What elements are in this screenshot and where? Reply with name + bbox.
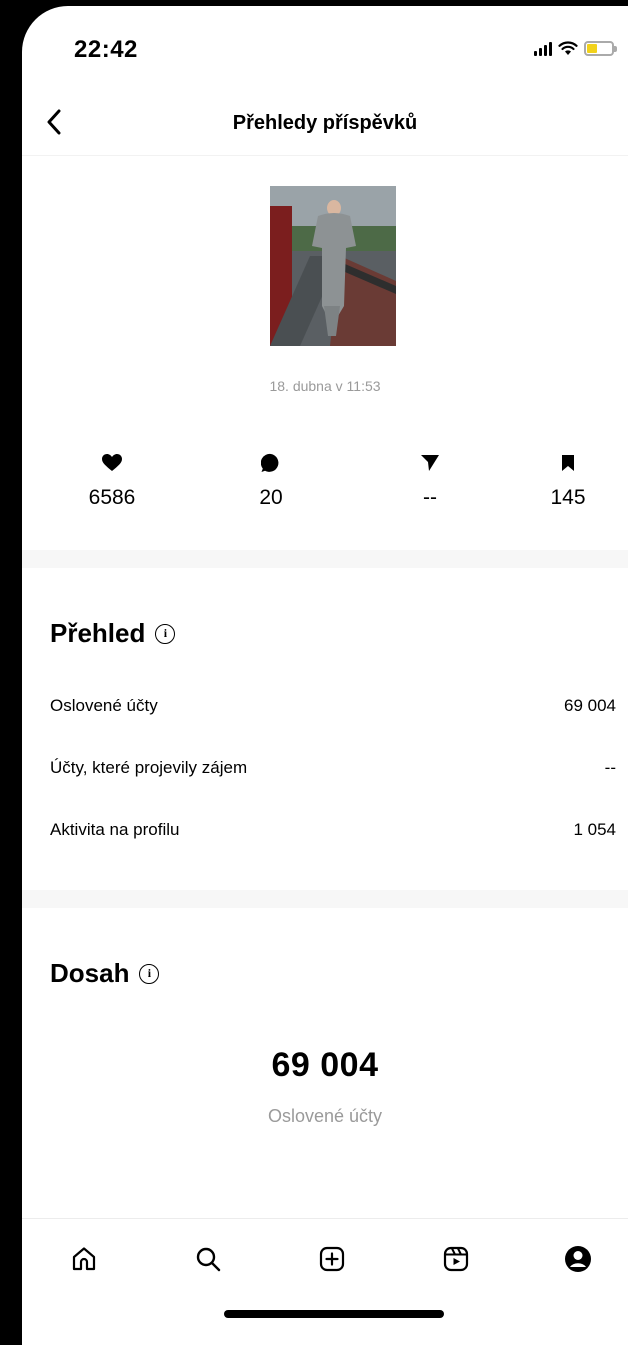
- page-title: Přehledy příspěvků: [232, 112, 418, 134]
- comments-count: 20: [259, 486, 283, 509]
- tab-profile[interactable]: [558, 1239, 598, 1279]
- info-icon[interactable]: i: [139, 963, 160, 984]
- status-bar: 22:42: [22, 6, 628, 90]
- metric-value: --: [604, 758, 616, 777]
- battery-icon: [584, 40, 617, 56]
- post-date: 18. dubna v 11:53: [269, 378, 381, 394]
- search-icon: [196, 1247, 221, 1272]
- home-icon: [72, 1247, 96, 1271]
- device-bezel-left: [0, 0, 22, 1345]
- metric-value: 69 004: [564, 696, 616, 715]
- profile-icon: [565, 1246, 591, 1272]
- likes-count: 6586: [88, 486, 136, 509]
- signal-icon: [534, 40, 552, 56]
- tab-bar: [22, 1218, 628, 1298]
- comment-icon: [261, 453, 279, 472]
- reach-title-text: Dosah: [50, 958, 130, 988]
- info-icon[interactable]: i: [155, 623, 176, 644]
- send-icon: [421, 455, 439, 471]
- wifi-icon: [558, 41, 578, 55]
- metric-row-profile-activity: Aktivita na profilu 1 054: [50, 820, 616, 840]
- metric-label: Účty, které projevily zájem: [50, 758, 248, 777]
- metric-row-accounts-reached: Oslovené účty 69 004: [50, 696, 616, 716]
- overview-title-text: Přehled: [50, 618, 146, 648]
- section-divider: [22, 890, 628, 908]
- shares-count: --: [423, 486, 437, 509]
- screen: 22:42 Přehledy příspěvků 18. dubna v 11:…: [22, 6, 628, 1345]
- home-indicator: [224, 1310, 444, 1318]
- heart-icon: [102, 454, 122, 471]
- saves-count: 145: [550, 486, 586, 509]
- reels-icon: [443, 1246, 469, 1272]
- stat-saves: 145: [508, 452, 628, 510]
- reach-value: 69 004: [271, 1046, 379, 1084]
- section-divider: [22, 550, 628, 568]
- overview-title: Přehled i: [50, 618, 176, 649]
- metric-label: Aktivita na profilu: [50, 820, 180, 839]
- add-post-icon: [319, 1246, 345, 1272]
- metric-row-accounts-engaged: Účty, které projevily zájem --: [50, 758, 616, 778]
- status-time: 22:42: [74, 36, 138, 63]
- stats-row: 6586 20 -- 145: [22, 452, 628, 522]
- stat-shares: --: [370, 452, 490, 510]
- metric-label: Oslovené účty: [50, 696, 158, 715]
- tab-home[interactable]: [64, 1239, 104, 1279]
- tab-create[interactable]: [312, 1239, 352, 1279]
- reach-title: Dosah i: [50, 958, 160, 989]
- tab-search[interactable]: [188, 1239, 228, 1279]
- post-thumbnail[interactable]: [270, 186, 396, 346]
- metric-value: 1 054: [573, 820, 616, 839]
- stat-comments: 20: [211, 452, 331, 510]
- tab-reels[interactable]: [436, 1239, 476, 1279]
- header: Přehledy příspěvků: [22, 90, 628, 156]
- status-icons: [534, 40, 617, 56]
- post-photo: [270, 186, 396, 346]
- stat-likes: 6586: [52, 452, 172, 510]
- bookmark-icon: [562, 455, 574, 471]
- reach-label: Oslovené účty: [267, 1106, 383, 1126]
